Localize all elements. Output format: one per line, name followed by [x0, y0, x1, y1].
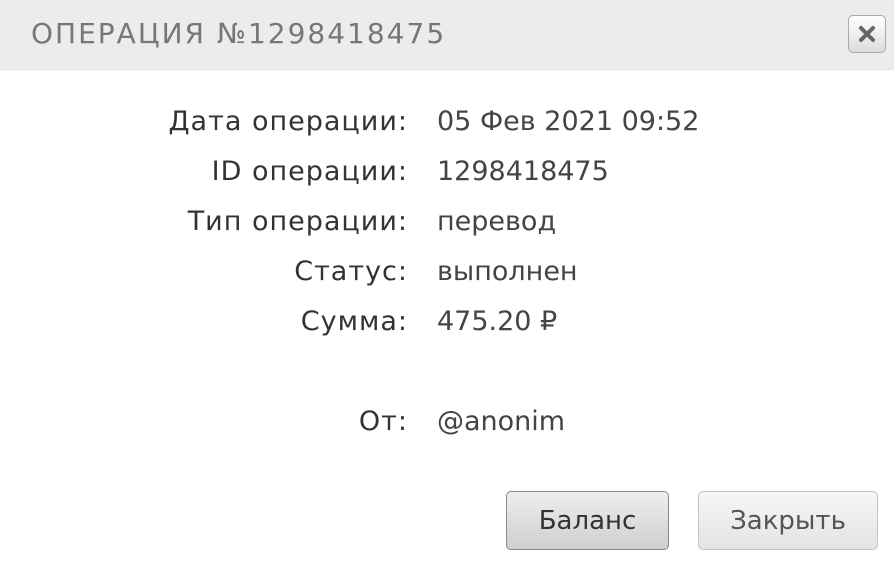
dialog-titlebar: ОПЕРАЦИЯ №1298418475: [0, 0, 894, 70]
close-button[interactable]: Закрыть: [698, 491, 878, 550]
detail-row-type: Тип операции: перевод: [0, 206, 894, 246]
type-label: Тип операции:: [187, 206, 408, 237]
from-value: @anonim: [437, 406, 566, 437]
dialog-title: ОПЕРАЦИЯ №1298418475: [31, 17, 447, 50]
dialog-close-button[interactable]: [848, 15, 886, 53]
detail-row-amount: Сумма: 475.20 ₽: [0, 306, 894, 346]
detail-row-id: ID операции: 1298418475: [0, 156, 894, 196]
id-label: ID операции:: [211, 156, 408, 187]
status-value: выполнен: [437, 256, 578, 287]
balance-button[interactable]: Баланс: [506, 491, 669, 550]
detail-row-date: Дата операции: 05 Фев 2021 09:52: [0, 106, 894, 146]
date-value: 05 Фев 2021 09:52: [437, 106, 700, 137]
type-value: перевод: [437, 206, 557, 237]
detail-row-status: Статус: выполнен: [0, 256, 894, 296]
status-label: Статус:: [294, 256, 408, 287]
amount-label: Сумма:: [300, 306, 408, 337]
detail-row-from: От: @anonim: [0, 406, 894, 446]
close-x-icon: [859, 26, 875, 42]
operation-dialog: ОПЕРАЦИЯ №1298418475 Дата операции: 05 Ф…: [0, 0, 894, 562]
date-label: Дата операции:: [168, 106, 408, 137]
amount-value: 475.20 ₽: [437, 306, 558, 337]
from-label: От:: [358, 406, 408, 437]
id-value: 1298418475: [437, 156, 609, 187]
